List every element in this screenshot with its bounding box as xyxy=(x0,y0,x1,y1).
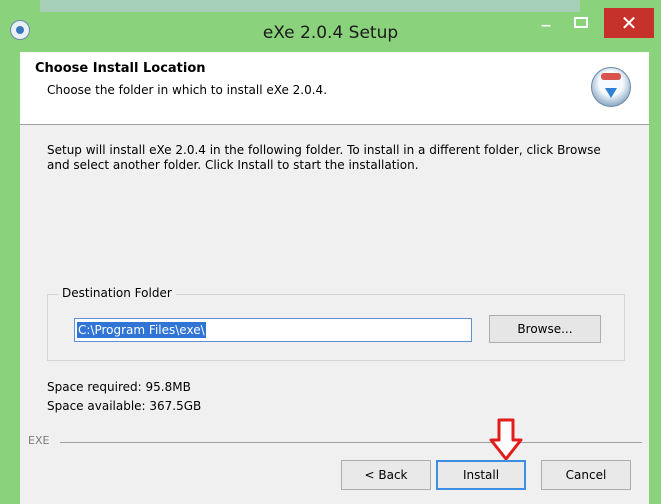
install-info-text: Setup will install eXe 2.0.4 in the foll… xyxy=(47,143,601,172)
destination-folder-group: Destination Folder C:\Program Files\exe\… xyxy=(47,286,625,361)
setup-window: eXe 2.0.4 Setup – ✕ Choose Install Locat… xyxy=(0,0,661,504)
destination-folder-label: Destination Folder xyxy=(58,286,176,300)
install-button[interactable]: Install xyxy=(436,460,526,490)
page-title: Choose Install Location xyxy=(35,61,206,76)
dialog-header: Choose Install Location Choose the folde… xyxy=(20,52,649,125)
minimize-icon[interactable]: – xyxy=(533,14,559,38)
maximize-icon[interactable] xyxy=(568,10,594,34)
back-button[interactable]: < Back xyxy=(341,460,431,490)
close-icon[interactable]: ✕ xyxy=(604,8,654,38)
background-window-strip xyxy=(40,0,580,12)
browse-button[interactable]: Browse... xyxy=(489,315,601,343)
footer-divider xyxy=(60,442,642,443)
installer-icon xyxy=(591,67,631,107)
destination-path-input[interactable]: C:\Program Files\exe\ xyxy=(74,318,472,342)
red-arrow-annotation-icon xyxy=(489,418,523,461)
dialog-content: Choose Install Location Choose the folde… xyxy=(20,52,649,504)
space-available: Space available: 367.5GB xyxy=(47,399,202,413)
window-title: eXe 2.0.4 Setup xyxy=(262,23,399,43)
space-required: Space required: 95.8MB xyxy=(47,380,191,394)
cancel-button[interactable]: Cancel xyxy=(541,460,631,490)
destination-path-value: C:\Program Files\exe\ xyxy=(77,322,206,338)
brand-label: EXE xyxy=(28,434,50,447)
title-bar[interactable]: eXe 2.0.4 Setup – ✕ xyxy=(0,0,661,52)
page-subtitle: Choose the folder in which to install eX… xyxy=(47,83,328,97)
